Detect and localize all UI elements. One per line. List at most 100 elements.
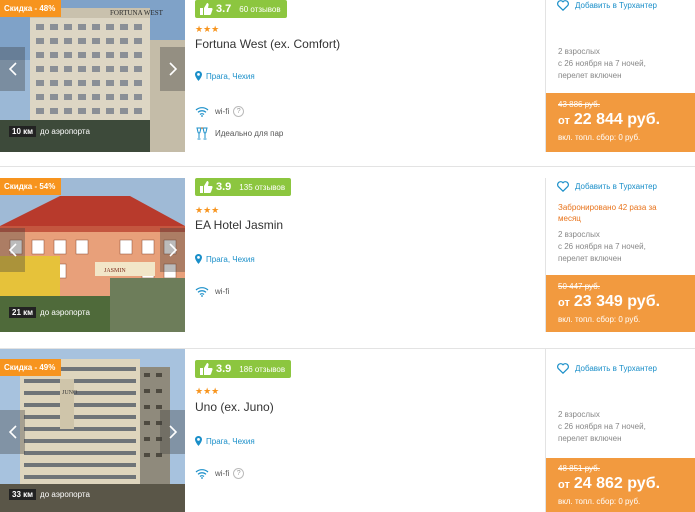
current-price: от 22 844 руб. xyxy=(558,111,660,129)
tour-guests: 2 взрослых xyxy=(558,47,600,56)
photo-next-button[interactable] xyxy=(160,228,185,272)
airport-km: 21 км xyxy=(9,307,37,318)
photo-next-button[interactable] xyxy=(160,47,185,91)
airport-distance: 10 км до аэропорта xyxy=(9,125,90,139)
favorites-label: Добавить в Турхантер xyxy=(575,182,658,191)
heart-icon xyxy=(557,363,569,374)
price-amount: 22 844 руб. xyxy=(573,111,661,128)
heart-icon xyxy=(557,0,569,11)
current-price: от 23 349 руб. xyxy=(558,293,660,311)
price-from-label: от xyxy=(558,115,570,127)
map-pin-icon xyxy=(195,254,202,264)
add-to-favorites-button[interactable]: Добавить в Турхантер xyxy=(557,0,657,11)
chevron-left-icon xyxy=(8,425,17,439)
hotel-photo[interactable]: FORTUNA WEST Скидка - 48% 10 км до аэропо… xyxy=(0,0,185,152)
price-panel: Добавить в Турхантер 2 взрослых с 26 ноя… xyxy=(546,349,695,512)
wifi-icon xyxy=(195,469,209,479)
help-icon[interactable]: ? xyxy=(233,106,245,117)
thumbs-up-icon xyxy=(200,181,213,193)
chevron-left-icon xyxy=(8,243,17,257)
wifi-icon xyxy=(195,107,209,117)
hotel-stars: ★★★ xyxy=(195,386,220,396)
wifi-icon xyxy=(195,287,209,297)
add-to-favorites-button[interactable]: Добавить в Турхантер xyxy=(557,363,657,374)
hotel-name-link[interactable]: Fortuna West (ex. Comfort) xyxy=(195,37,340,51)
reviews-count: 60 отзывов xyxy=(239,4,281,14)
rating-score: 3.9 xyxy=(216,363,232,375)
price-panel: Добавить в Турхантер 2 взрослых с 26 ноя… xyxy=(546,0,695,152)
rating-score: 3.7 xyxy=(216,3,232,15)
favorites-label: Добавить в Турхантер xyxy=(575,364,658,373)
chevron-right-icon xyxy=(168,62,177,76)
hotel-location[interactable]: Прага, Чехия xyxy=(195,436,255,446)
amenity-wifi: wi-fi ? xyxy=(195,468,245,479)
photo-next-button[interactable] xyxy=(160,410,185,454)
price-from-label: от xyxy=(558,297,570,309)
rating-score: 3.9 xyxy=(216,181,232,193)
airport-label: до аэропорта xyxy=(40,308,90,317)
hotel-stars: ★★★ xyxy=(195,24,220,34)
thumbs-up-icon xyxy=(200,363,213,375)
map-pin-icon xyxy=(195,436,202,446)
airport-label: до аэропорта xyxy=(40,490,90,499)
hotel-info: 3.9 135 отзывов ★★★ EA Hotel Jasmin Праг… xyxy=(195,167,535,332)
amenity-wifi: wi-fi ? xyxy=(195,106,245,117)
old-price: 50 447 руб. xyxy=(558,282,600,291)
hotel-photo[interactable]: JASMIN Скидка - 54% 21 км до аэропорта xyxy=(0,178,185,332)
favorites-label: Добавить в Турхантер xyxy=(575,1,658,10)
hotel-card-2: JASMIN Скидка - 54% 21 км до аэропорта 3.… xyxy=(0,167,695,332)
help-icon[interactable]: ? xyxy=(233,468,245,479)
rating-badge[interactable]: 3.7 60 отзывов xyxy=(195,0,287,18)
hotel-location[interactable]: Прага, Чехия xyxy=(195,71,255,81)
heart-icon xyxy=(557,181,569,192)
hotel-sign: JASMIN xyxy=(104,268,126,274)
tour-flight: перелет включен xyxy=(558,254,622,263)
price-button[interactable]: 43 886 руб. от 22 844 руб. вкл. топл. сбо… xyxy=(546,93,695,152)
location-label: Прага, Чехия xyxy=(206,436,255,446)
chevron-right-icon xyxy=(168,243,177,257)
reviews-count: 135 отзывов xyxy=(239,182,286,192)
hotel-name-link[interactable]: Uno (ex. Juno) xyxy=(195,400,274,414)
hotel-info: 3.9 186 отзывов ★★★ Uno (ex. Juno) Прага… xyxy=(195,349,535,512)
add-to-favorites-button[interactable]: Добавить в Турхантер xyxy=(557,181,657,192)
hotel-card-3: JUNO Скидка - 49% 33 км до аэропорта 3.9 … xyxy=(0,349,695,512)
tour-flight: перелет включен xyxy=(558,434,622,443)
amenity-wifi: wi-fi xyxy=(195,286,229,297)
map-pin-icon xyxy=(195,71,202,81)
location-label: Прага, Чехия xyxy=(206,71,255,81)
photo-prev-button[interactable] xyxy=(0,47,25,91)
tour-guests: 2 взрослых xyxy=(558,230,600,239)
amenity-label: wi-fi xyxy=(215,287,230,296)
hotel-location[interactable]: Прага, Чехия xyxy=(195,254,255,264)
airport-km: 33 км xyxy=(9,489,37,500)
hotel-sign: JUNO xyxy=(62,390,78,396)
price-panel: Добавить в Турхантер Забронировано 42 ра… xyxy=(546,167,695,332)
price-amount: 24 862 руб. xyxy=(573,475,661,492)
photo-prev-button[interactable] xyxy=(0,410,25,454)
price-button[interactable]: 50 447 руб. от 23 349 руб. вкл. топл. сбо… xyxy=(546,275,695,332)
tour-dates: с 26 ноября на 7 ночей, xyxy=(558,242,646,251)
chevron-right-icon xyxy=(168,425,177,439)
airport-distance: 21 км до аэропорта xyxy=(9,306,90,320)
discount-badge: Скидка - 49% xyxy=(0,359,62,376)
tour-details: 2 взрослых с 26 ноября на 7 ночей, перел… xyxy=(558,46,646,82)
old-price: 43 886 руб. xyxy=(558,100,600,109)
hotel-stars: ★★★ xyxy=(195,205,220,215)
tour-flight: перелет включен xyxy=(558,71,622,80)
rating-badge[interactable]: 3.9 135 отзывов xyxy=(195,178,292,196)
champagne-glasses-icon xyxy=(196,127,208,140)
amenity-label: wi-fi xyxy=(215,469,230,478)
rating-badge[interactable]: 3.9 186 отзывов xyxy=(195,360,292,378)
price-button[interactable]: 48 851 руб. от 24 862 руб. вкл. топл. сбо… xyxy=(546,458,695,512)
hotel-photo[interactable]: JUNO Скидка - 49% 33 км до аэропорта xyxy=(0,349,185,512)
chevron-left-icon xyxy=(8,62,17,76)
fuel-surcharge-note: вкл. топл. сбор: 0 руб. xyxy=(558,133,641,142)
photo-prev-button[interactable] xyxy=(0,228,25,272)
hotel-name-link[interactable]: EA Hotel Jasmin xyxy=(195,218,283,232)
tour-guests: 2 взрослых xyxy=(558,410,600,419)
discount-badge: Скидка - 54% xyxy=(0,178,62,195)
hotel-card-1: FORTUNA WEST Скидка - 48% 10 км до аэропо… xyxy=(0,0,695,152)
tour-details: 2 взрослых с 26 ноября на 7 ночей, перел… xyxy=(558,409,646,445)
hotel-info: 3.7 60 отзывов ★★★ Fortuna West (ex. Com… xyxy=(195,0,535,152)
tour-dates: с 26 ноября на 7 ночей, xyxy=(558,59,646,68)
